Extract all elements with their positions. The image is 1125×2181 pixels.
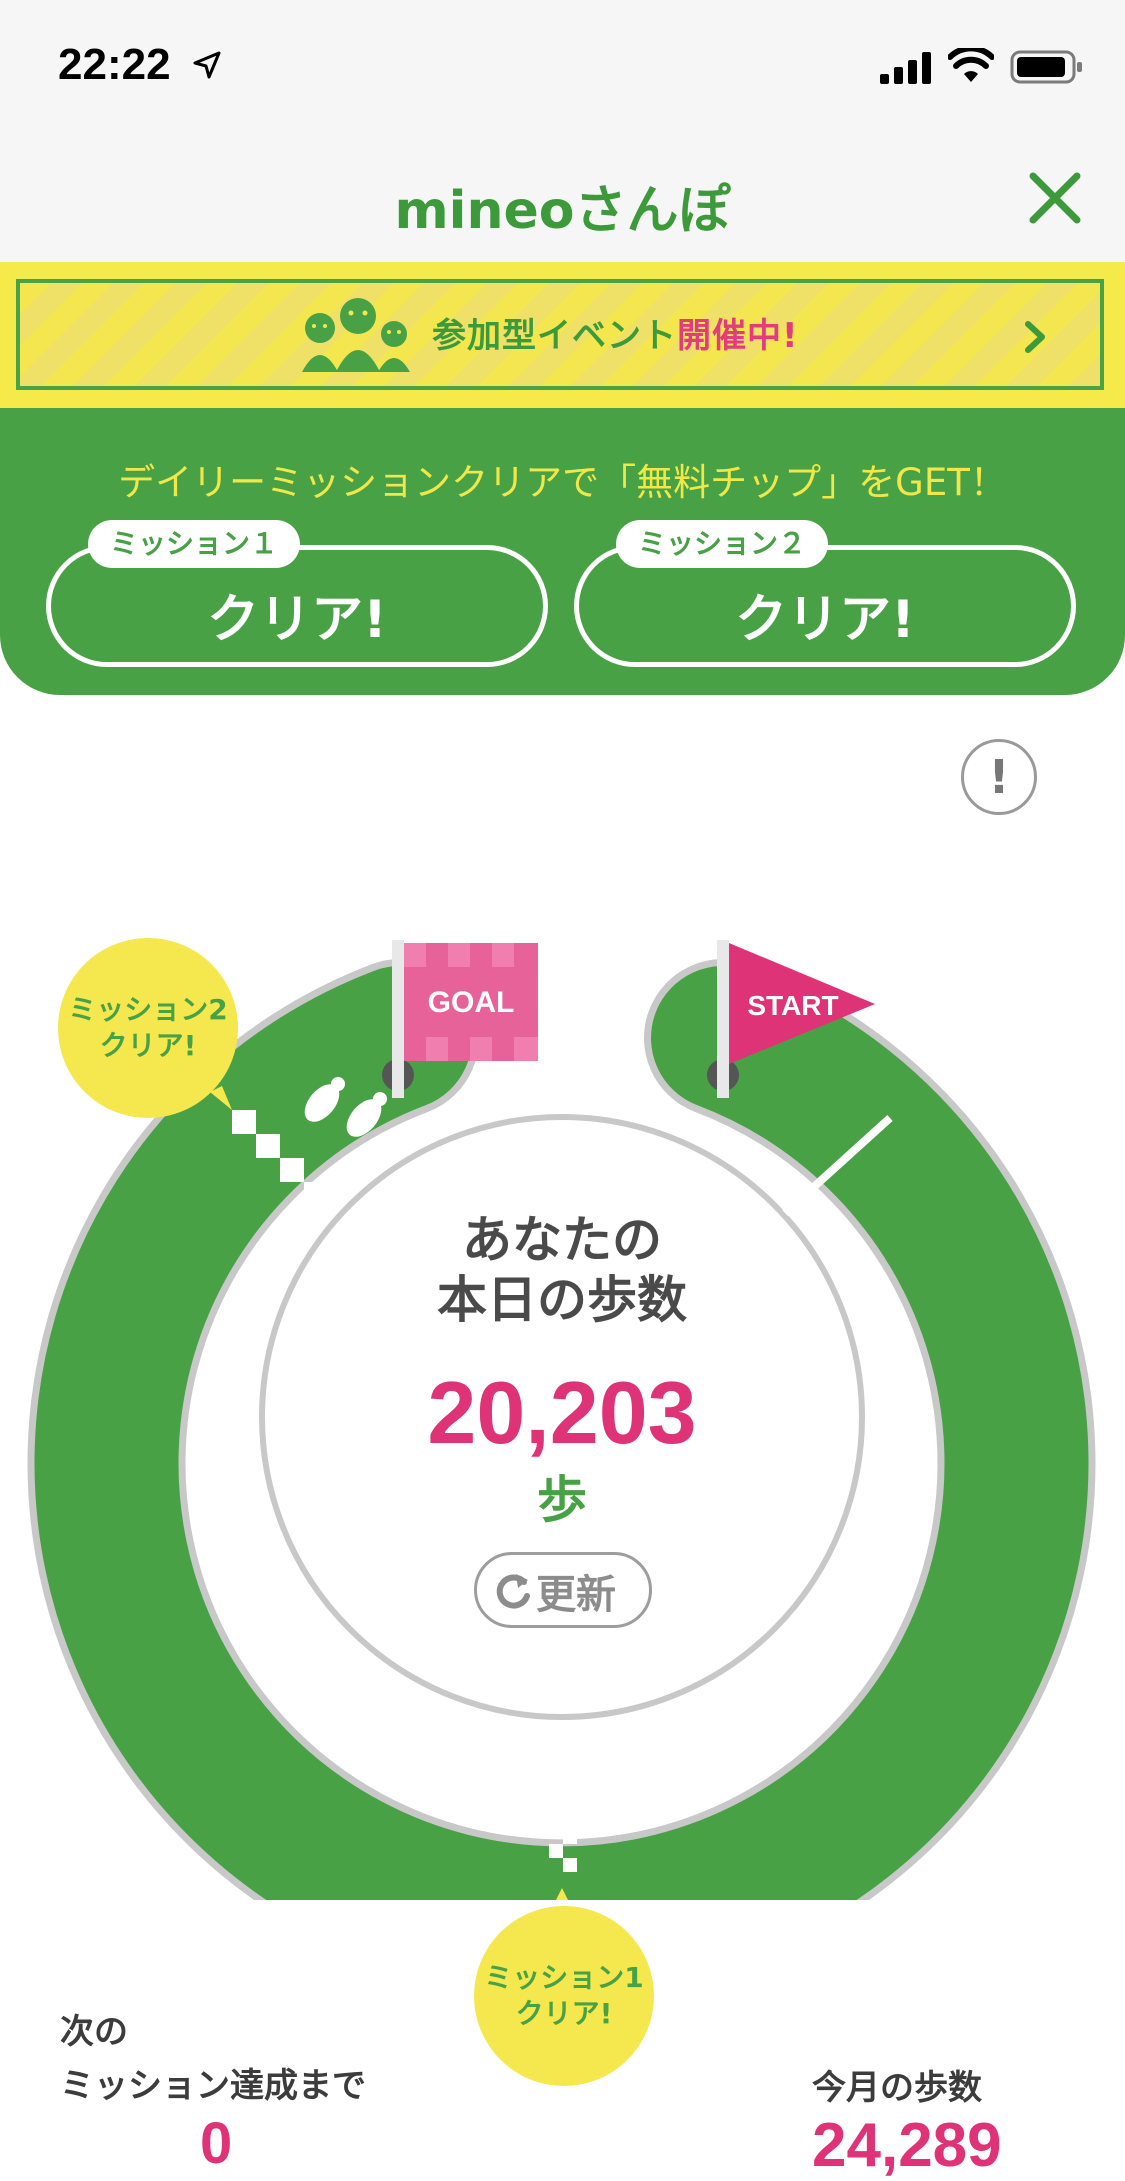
next-mission-label: 次の ミッション達成まで [60,2005,366,2113]
mission-2-bubble: ミッション2 クリア! [58,938,238,1118]
mission-1-bubble-title: ミッション1 [484,1961,644,1994]
mission-1-bubble: ミッション1 クリア! [474,1906,654,2086]
month-steps-label: 今月の歩数 [812,2068,982,2108]
today-steps-label-line2: 本日の歩数 [437,1271,687,1329]
mission-2-status: クリア! [735,590,915,650]
next-mission-value: 0 [200,2111,233,2176]
signal-icon [880,52,931,84]
mission-1-bubble-status: クリア! [515,1997,613,2030]
close-icon[interactable] [1025,168,1085,228]
today-steps-value: 20,203 [427,1363,697,1462]
today-steps-unit: 歩 [537,1471,587,1529]
event-banner-main: 参加型イベント [432,316,677,356]
event-banner-highlight: 開催中! [677,316,799,356]
start-flag-label: START [747,990,838,1021]
mission-lead-text: デイリーミッションクリアで「無料チップ」をGET！ [118,461,1007,504]
goal-flag-label: GOAL [428,986,515,1019]
refresh-label: 更新 [536,1572,616,1618]
battery-icon [1010,50,1082,84]
page-title: mineoさんぽ [394,181,731,241]
wifi-icon [948,48,994,82]
status-time: 22:22 [58,40,171,89]
refresh-icon [496,1574,530,1609]
next-mission-label-line1: 次の [60,2012,128,2052]
location-arrow-icon [193,51,221,79]
today-steps-label: あなたの 本日の歩数 [362,1210,762,1330]
mission-1-status: クリア! [207,590,387,650]
mission-2-bubble-title: ミッション2 [68,993,228,1026]
today-steps-label-line1: あなたの [462,1211,662,1269]
month-steps-value: 24,289 [812,2111,1002,2180]
mission-1-tag: ミッション１ [88,520,301,568]
mission-2-bubble-status: クリア! [99,1029,197,1062]
chevron-right-icon [1025,321,1045,353]
people-icon [302,298,410,372]
next-mission-label-line2: ミッション達成まで [60,2066,366,2106]
info-button[interactable]: ! [961,739,1037,815]
event-banner-text: 参加型イベント開催中! [432,308,799,357]
mission-2-tag: ミッション２ [616,520,829,568]
